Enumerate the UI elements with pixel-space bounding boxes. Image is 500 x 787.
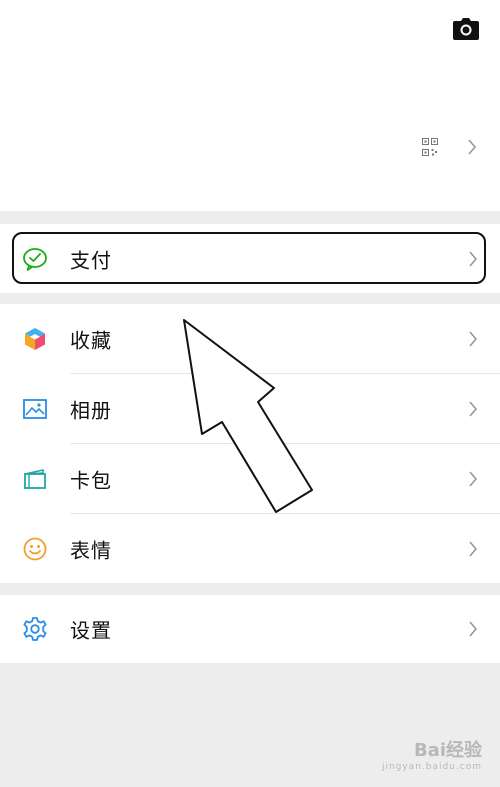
pointer-arrow-icon <box>183 319 313 513</box>
watermark-brand: Bai经验 <box>413 740 482 761</box>
menu-item-label: 卡包 <box>70 468 112 493</box>
menu-item-label: 相册 <box>70 398 112 423</box>
favorites-cube-icon <box>25 328 45 350</box>
watermark-url: jingyan.baidu.com <box>381 762 482 772</box>
camera-icon[interactable] <box>453 18 479 40</box>
album-picture-icon <box>23 399 47 419</box>
qr-code-icon[interactable] <box>422 138 438 156</box>
menu-item-label: 收藏 <box>70 328 112 353</box>
chevron-right-icon <box>469 471 478 487</box>
menu-item-label: 设置 <box>70 618 112 643</box>
chevron-right-icon <box>469 621 478 637</box>
baidu-jingyan-watermark: Bai经验 jingyan.baidu.com <box>381 740 482 775</box>
chevron-right-icon <box>469 541 478 557</box>
settings-section: 设置 <box>0 595 500 663</box>
smiley-face-icon <box>23 537 47 561</box>
profile-header <box>0 0 500 211</box>
menu-item-label: 表情 <box>70 538 112 563</box>
chevron-right-icon[interactable] <box>467 138 477 156</box>
chevron-right-icon <box>469 401 478 417</box>
chevron-right-icon <box>469 331 478 347</box>
menu-item-settings[interactable]: 设置 <box>0 595 500 663</box>
gear-icon <box>23 617 47 641</box>
pay-highlight-box <box>12 232 486 284</box>
card-wallet-icon <box>24 469 46 489</box>
menu-item-stickers[interactable]: 表情 <box>0 514 500 584</box>
